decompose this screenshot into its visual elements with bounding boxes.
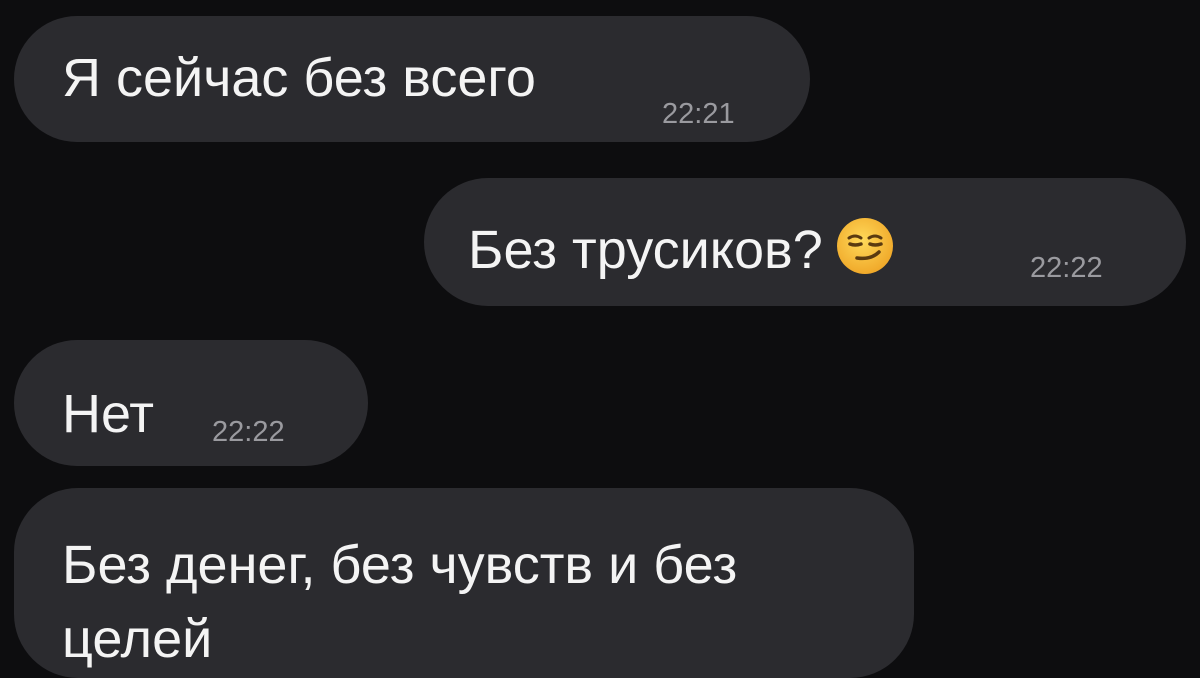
smirking-face-icon [835, 216, 895, 276]
message-time: 22:22 [212, 416, 285, 448]
chat-thread: Я сейчас без всего 22:21 Без трусиков? 2… [0, 0, 1200, 678]
message-time: 22:22 [1030, 252, 1103, 284]
message-text: Без трусиков? [468, 220, 823, 280]
message-time: 22:21 [662, 98, 735, 130]
message-bubble-incoming[interactable]: Без денег, без чувств и без целей [14, 488, 914, 678]
message-bubble-incoming[interactable]: Я сейчас без всего 22:21 [14, 16, 810, 142]
message-bubble-outgoing[interactable]: Без трусиков? 22:22 [424, 178, 1186, 306]
message-text: Я сейчас без всего [62, 48, 536, 108]
message-text: Нет [62, 384, 154, 444]
message-text-wrap: Без трусиков? [468, 216, 895, 282]
message-bubble-incoming[interactable]: Нет 22:22 [14, 340, 368, 466]
message-text: Без денег, без чувств и без целей [62, 535, 738, 669]
